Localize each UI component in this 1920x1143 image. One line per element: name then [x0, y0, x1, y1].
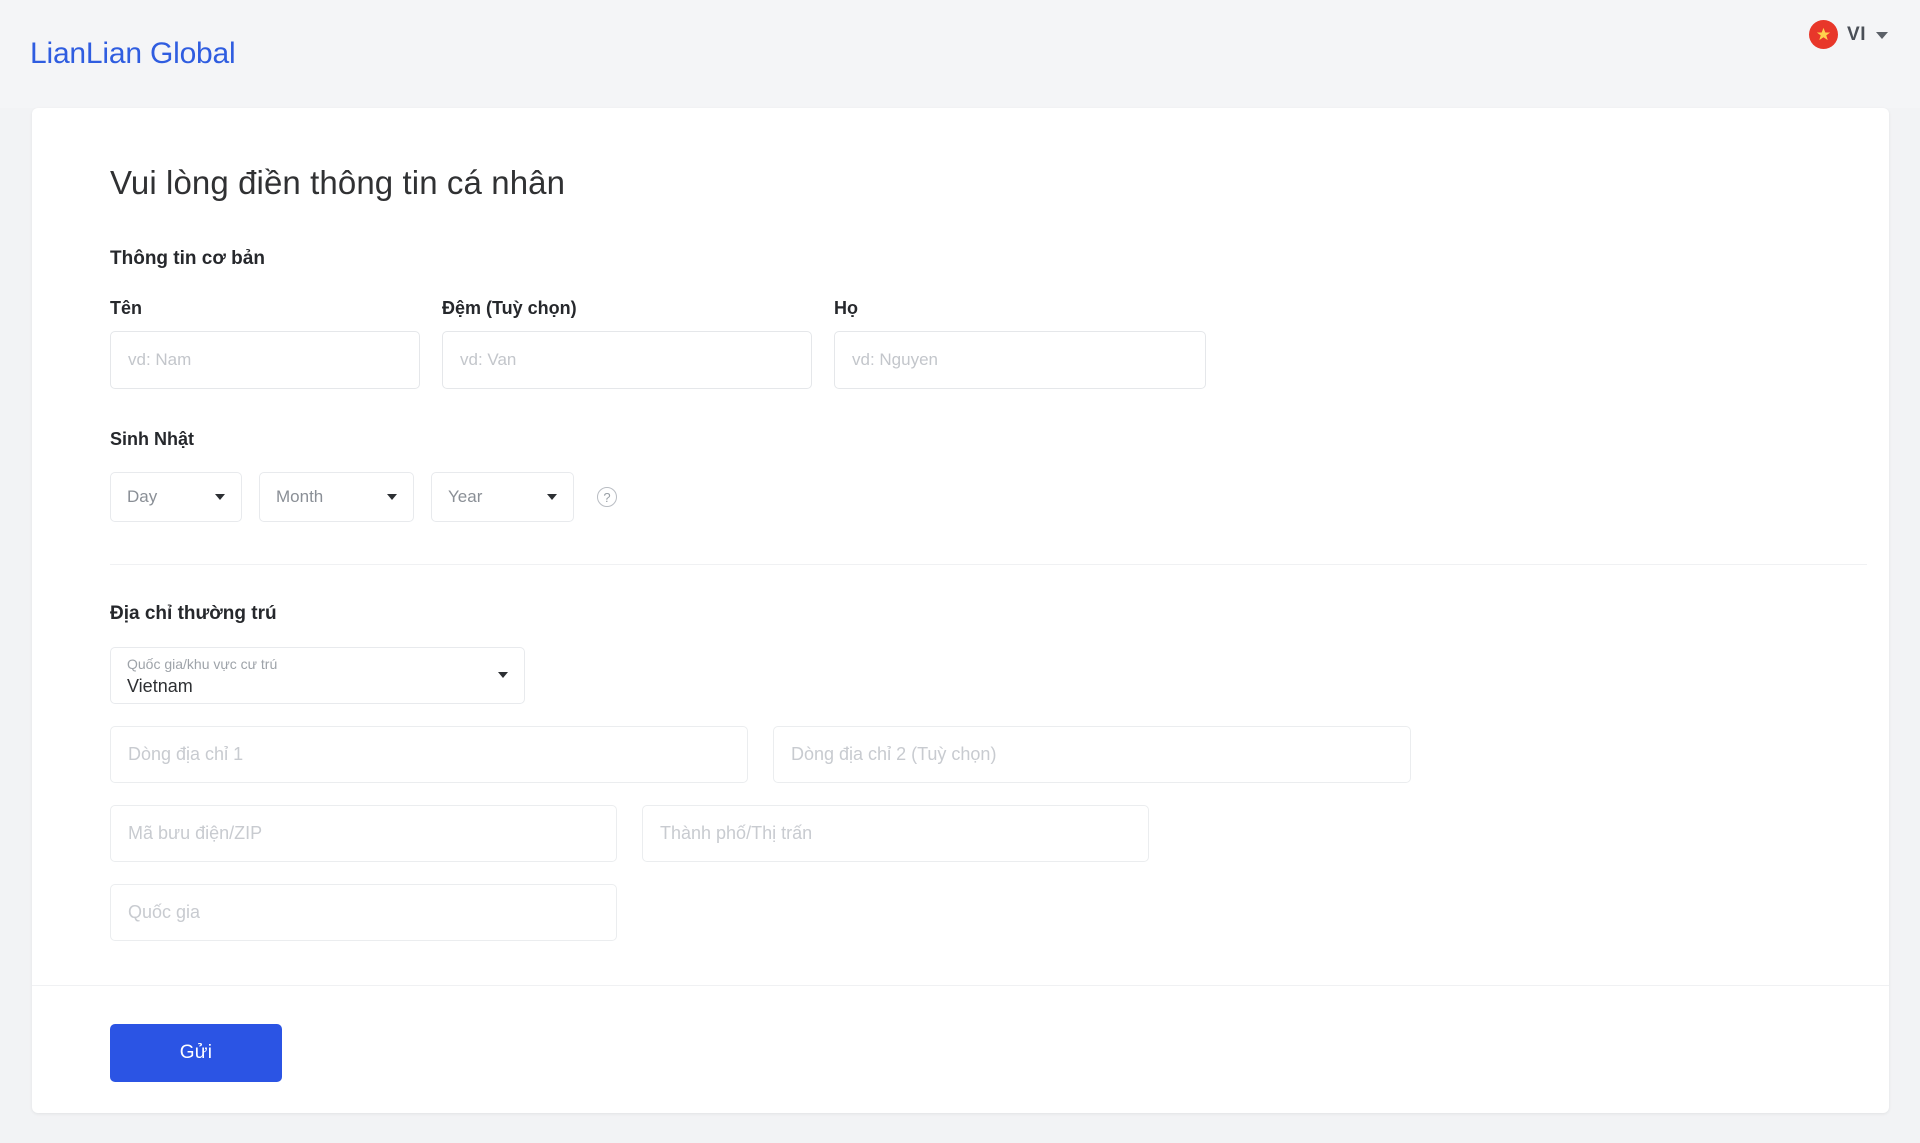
- address-line2-input[interactable]: [773, 726, 1411, 783]
- middle-name-label: Đệm (Tuỳ chọn): [442, 298, 577, 318]
- address-lines-row: [110, 726, 1811, 783]
- birthday-month-select[interactable]: Month: [259, 472, 414, 522]
- middle-name-group: Đệm (Tuỳ chọn): [442, 298, 812, 389]
- language-selector[interactable]: VI: [1809, 20, 1888, 49]
- middle-name-input[interactable]: [442, 331, 812, 389]
- birthday-group: Sinh Nhật Day Month Year ?: [110, 429, 1811, 522]
- submit-button[interactable]: Gửi: [110, 1024, 282, 1082]
- top-bar: LianLian Global VI: [0, 0, 1920, 108]
- country-input[interactable]: [110, 884, 617, 941]
- address-line1-input[interactable]: [110, 726, 748, 783]
- page-title: Vui lòng điền thông tin cá nhân: [110, 164, 566, 201]
- country-row: [110, 884, 1811, 941]
- chevron-down-icon: [498, 672, 508, 678]
- birthday-year-value: Year: [448, 487, 483, 506]
- zip-city-row: [110, 805, 1811, 862]
- birthday-year-select[interactable]: Year: [431, 472, 574, 522]
- chevron-down-icon: [547, 494, 557, 500]
- residence-country-label: Quốc gia/khu vực cư trú: [127, 656, 278, 672]
- chevron-down-icon: [1876, 32, 1888, 39]
- postal-code-input[interactable]: [110, 805, 617, 862]
- question-mark-circle-icon[interactable]: ?: [597, 487, 617, 507]
- birthday-label: Sinh Nhật: [110, 429, 194, 449]
- form-body: Vui lòng điền thông tin cá nhân Thông ti…: [32, 164, 1889, 941]
- chevron-down-icon: [387, 494, 397, 500]
- birthday-day-value: Day: [127, 487, 158, 506]
- section-heading-address: Địa chỉ thường trú: [110, 603, 277, 624]
- brand-logo: LianLian Global: [30, 37, 236, 70]
- section-divider: [110, 564, 1867, 565]
- birthday-day-select[interactable]: Day: [110, 472, 242, 522]
- residence-country-value: Vietnam: [127, 676, 193, 696]
- first-name-group: Tên: [110, 298, 420, 389]
- chevron-down-icon: [215, 494, 225, 500]
- residence-country-select[interactable]: Quốc gia/khu vực cư trú Vietnam: [110, 647, 525, 704]
- section-heading-basic-info: Thông tin cơ bản: [110, 248, 265, 269]
- last-name-label: Họ: [834, 298, 858, 318]
- language-code: VI: [1847, 23, 1866, 45]
- vietnam-flag-icon: [1809, 20, 1839, 49]
- birthday-selects-row: Day Month Year ?: [110, 472, 1811, 522]
- last-name-group: Họ: [834, 298, 1206, 389]
- form-card: Vui lòng điền thông tin cá nhân Thông ti…: [32, 108, 1889, 1113]
- first-name-input[interactable]: [110, 331, 420, 389]
- city-input[interactable]: [642, 805, 1149, 862]
- last-name-input[interactable]: [834, 331, 1206, 389]
- birthday-month-value: Month: [276, 487, 324, 506]
- address-section: Địa chỉ thường trú Quốc gia/khu vực cư t…: [110, 603, 1811, 941]
- first-name-label: Tên: [110, 298, 143, 318]
- form-footer: Gửi: [32, 986, 1889, 1113]
- name-fields-row: Tên Đệm (Tuỳ chọn) Họ: [110, 298, 1811, 389]
